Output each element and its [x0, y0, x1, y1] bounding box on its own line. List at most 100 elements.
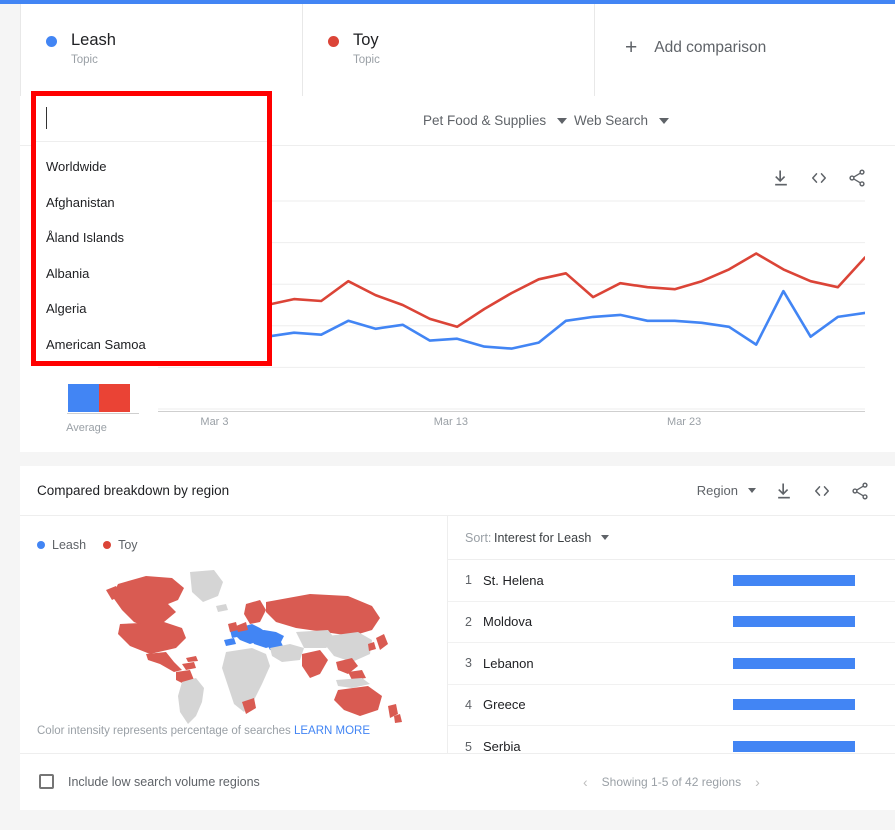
chevron-down-icon [659, 118, 669, 124]
region-controls: Region [697, 481, 870, 501]
embed-icon[interactable] [812, 481, 832, 501]
region-name: St. Helena [483, 573, 544, 588]
comparison-bar: Leash Topic Toy Topic + Add comparison [20, 4, 895, 96]
average-bars [68, 384, 130, 412]
legend-dot-toy [103, 541, 111, 549]
x-axis-tick-label: Mar 13 [434, 416, 468, 428]
region-scope-selector[interactable]: Region [697, 483, 756, 498]
location-option[interactable]: Afghanistan [36, 185, 267, 221]
legend-label: Toy [118, 538, 137, 552]
average-bar-leash [68, 384, 99, 412]
sort-value: Interest for Leash [494, 531, 591, 545]
sort-selector[interactable]: Interest for Leash [494, 531, 609, 545]
region-bar-track [733, 741, 855, 752]
chart-action-icons [771, 168, 867, 188]
add-comparison-button[interactable]: + Add comparison [595, 4, 895, 96]
share-icon[interactable] [847, 168, 867, 188]
region-header: Compared breakdown by region Region [20, 466, 895, 516]
legend-label: Leash [52, 538, 86, 552]
legend-dot-leash [37, 541, 45, 549]
comparison-chip-subtitle: Topic [71, 54, 116, 66]
average-label: Average [34, 422, 139, 434]
region-footer: Include low search volume regions ‹ Show… [20, 753, 895, 809]
comparison-chip-subtitle: Topic [353, 54, 380, 66]
embed-icon[interactable] [809, 168, 829, 188]
location-dropdown-highlight: WorldwideAfghanistanÅland IslandsAlbania… [31, 91, 272, 366]
comparison-chip-leash[interactable]: Leash Topic [21, 4, 303, 96]
next-page-button[interactable]: › [755, 774, 760, 790]
map-legend: Leash Toy [37, 538, 146, 552]
map-note-text: Color intensity represents percentage of… [37, 725, 291, 737]
x-axis-labels: Mar 3 Mar 13 Mar 23 [158, 416, 865, 430]
filter-category[interactable]: Pet Food & Supplies [423, 113, 567, 128]
location-option[interactable]: American Samoa [36, 327, 267, 363]
region-breakdown-card: Compared breakdown by region Region [20, 466, 895, 810]
world-map-svg[interactable] [90, 566, 410, 726]
region-pagination: ‹ Showing 1-5 of 42 regions › [583, 774, 760, 790]
region-body: Leash Toy [20, 516, 895, 753]
filter-search-type[interactable]: Web Search [574, 113, 669, 128]
filter-search-type-label: Web Search [574, 113, 648, 128]
chevron-down-icon [748, 488, 756, 493]
region-name: Lebanon [483, 656, 534, 671]
average-bar-toy [99, 384, 130, 412]
sort-label: Sort: [465, 531, 491, 545]
location-dropdown-list: WorldwideAfghanistanÅland IslandsAlbania… [36, 142, 267, 362]
download-icon[interactable] [774, 481, 794, 501]
map-color-note: Color intensity represents percentage of… [37, 725, 370, 737]
google-trends-page: Leash Topic Toy Topic + Add comparison [0, 0, 895, 830]
prev-page-button[interactable]: ‹ [583, 774, 588, 790]
comparison-chip-title: Leash [71, 30, 116, 50]
x-axis-line [158, 411, 865, 412]
location-search-input[interactable] [36, 96, 267, 142]
text-cursor [46, 107, 47, 129]
x-axis-tick-label: Mar 23 [667, 416, 701, 428]
add-comparison-label: Add comparison [654, 38, 766, 58]
map-legend-item-leash: Leash [37, 538, 86, 552]
learn-more-link[interactable]: LEARN MORE [294, 725, 370, 737]
region-rank: 4 [465, 698, 472, 712]
map-legend-item-toy: Toy [103, 538, 137, 552]
location-option[interactable]: Albania [36, 256, 267, 292]
region-bar-track [733, 616, 855, 627]
region-row[interactable]: 1 St. Helena [448, 560, 895, 602]
region-scope-label: Region [697, 483, 738, 498]
region-row[interactable]: 4 Greece [448, 685, 895, 727]
location-option[interactable]: Algeria [36, 291, 267, 327]
region-row[interactable]: 2Moldova [448, 602, 895, 644]
region-map-panel: Leash Toy [20, 516, 448, 753]
plus-icon: + [625, 39, 637, 57]
average-axis-line [67, 413, 139, 414]
comparison-chip-toy[interactable]: Toy Topic [303, 4, 595, 96]
region-name: Moldova [483, 614, 532, 629]
region-row[interactable]: 3 Lebanon [448, 643, 895, 685]
region-name: Greece [483, 697, 526, 712]
region-list-panel: Sort: Interest for Leash 1 St. Helena 2Mol… [448, 516, 895, 753]
world-map[interactable] [90, 566, 410, 726]
location-option[interactable]: Åland Islands [36, 220, 267, 256]
region-sort-row: Sort: Interest for Leash [448, 516, 895, 560]
region-rows: 1 St. Helena 2Moldova 3 Lebanon 4 Greece 5 Serbi… [448, 560, 895, 768]
filter-category-label: Pet Food & Supplies [423, 113, 546, 128]
series-color-dot-toy [328, 36, 339, 47]
region-name: Serbia [483, 739, 521, 754]
region-bar [733, 616, 855, 627]
include-low-volume-checkbox[interactable] [39, 774, 54, 789]
region-bar-track [733, 699, 855, 710]
download-icon[interactable] [771, 168, 791, 188]
region-card-title: Compared breakdown by region [37, 483, 229, 498]
region-rank: 3 [465, 656, 472, 670]
share-icon[interactable] [850, 481, 870, 501]
region-bar [733, 658, 855, 669]
chevron-down-icon [557, 118, 567, 124]
region-rank: 1 [465, 573, 472, 587]
region-bar [733, 575, 855, 586]
x-axis-tick-label: Mar 3 [200, 416, 228, 428]
location-option[interactable]: Worldwide [36, 149, 267, 185]
region-bar [733, 699, 855, 710]
comparison-chip-title: Toy [353, 30, 380, 50]
pagination-status: Showing 1-5 of 42 regions [602, 775, 741, 789]
region-rank: 5 [465, 740, 472, 754]
series-color-dot-leash [46, 36, 57, 47]
region-bar-track [733, 575, 855, 586]
